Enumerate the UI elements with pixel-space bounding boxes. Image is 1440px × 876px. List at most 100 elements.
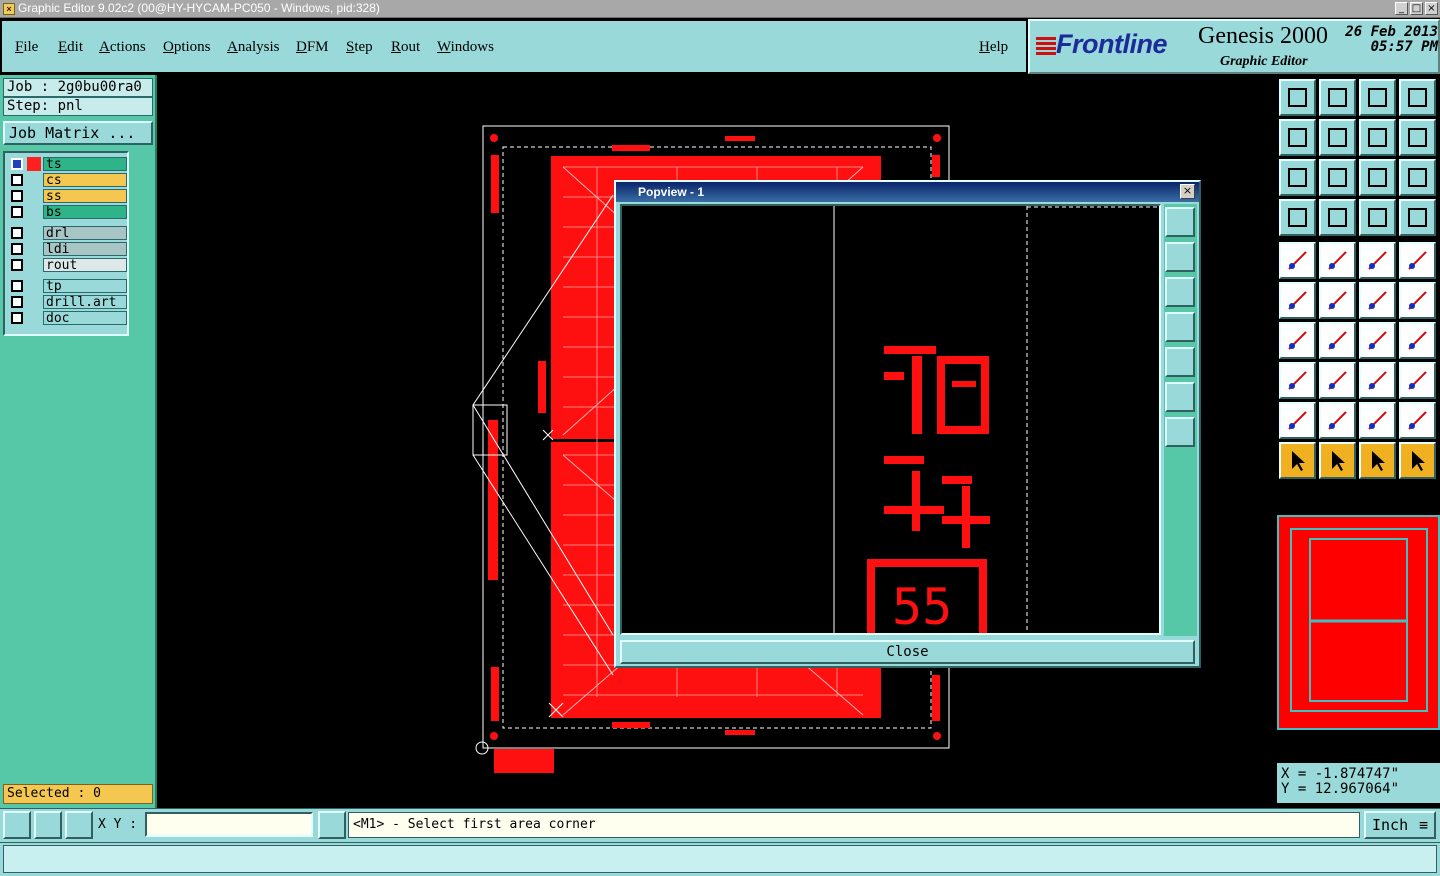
menu-analysis[interactable]: Analysis [227,39,280,56]
help-icon[interactable] [1399,159,1436,196]
minimize-button[interactable]: _ [1395,2,1408,15]
menu-help[interactable]: Help [979,39,1008,56]
right-toolbar: X = -1.874747" Y = 12.967064" [1277,75,1440,808]
menu-options[interactable]: Options [163,39,211,56]
ratio-icon[interactable] [1359,159,1396,196]
shapes-icon[interactable] [1399,362,1436,399]
flip-icon[interactable] [1399,322,1436,359]
layer-row-drill-art[interactable]: drill.art [7,295,127,309]
layer-row-drl[interactable]: drl [7,226,127,240]
layer-checkbox[interactable] [11,312,23,324]
undo-icon[interactable] [1359,119,1396,156]
popview-center-icon[interactable] [1165,417,1195,447]
layer-checkbox[interactable] [11,243,23,255]
cross-icon-glyph [1328,291,1347,310]
xy-input[interactable] [145,812,313,837]
left-icon[interactable] [1279,119,1316,156]
layer-row-ss[interactable]: ss [7,189,127,203]
pointer3-icon[interactable] [1359,442,1396,479]
menu-dfm[interactable]: DFM [296,39,329,56]
layer-checkbox[interactable] [11,227,23,239]
measure-icon[interactable] [1359,362,1396,399]
close-window-button[interactable]: × [1425,2,1438,15]
layer-row-doc[interactable]: doc [7,311,127,325]
snap2-icon[interactable] [1399,199,1436,236]
arc-icon[interactable] [1359,322,1396,359]
fit-icon[interactable] [1279,159,1316,196]
overview-map[interactable] [1277,515,1440,730]
layer-row-cs[interactable]: cs [7,173,127,187]
layer-checkbox[interactable] [11,190,23,202]
right-icon[interactable] [1319,119,1356,156]
menu-windows[interactable]: Windows [437,39,494,56]
layer-row-bs[interactable]: bs [7,205,127,219]
snap-icon[interactable] [1359,199,1396,236]
select-icon-glyph [1288,251,1307,270]
maximize-button[interactable]: □ [1410,2,1423,15]
tri-icon[interactable] [1279,402,1316,439]
popview-close-button[interactable]: Close [620,640,1195,664]
popview-up-icon[interactable] [1165,242,1195,272]
right-icon-glyph [1328,128,1347,147]
menu-edit[interactable]: Edit [58,39,83,56]
layer-checkbox[interactable] [11,280,23,292]
grid-icon[interactable] [1319,199,1356,236]
layer-row-tp[interactable]: tp [7,279,127,293]
line2-icon[interactable] [1399,282,1436,319]
measure-tool-icon[interactable] [34,811,62,839]
slash-icon-glyph [1328,331,1347,350]
center-icon[interactable] [1319,159,1356,196]
layer-color-swatch [27,226,41,240]
cross-icon[interactable] [1319,282,1356,319]
ruler-icon[interactable] [1359,242,1396,279]
popview-fit-icon[interactable] [1165,382,1195,412]
grid-snap-icon[interactable] [65,811,93,839]
layer-checkbox[interactable] [11,296,23,308]
line-icon[interactable] [1359,282,1396,319]
tri3-icon[interactable] [1359,402,1396,439]
layer-row-ts[interactable]: ts [7,157,127,171]
feature-icon[interactable] [1279,362,1316,399]
split-icon[interactable] [1399,79,1436,116]
popview-canvas[interactable]: 55 [620,204,1161,635]
tri4-icon[interactable] [1399,402,1436,439]
zoom-icon[interactable] [1319,79,1356,116]
home-icon[interactable] [1279,79,1316,116]
units-select[interactable]: Inch ≡ [1364,811,1436,839]
shapes-icon-glyph [1408,371,1427,390]
pointer2-icon[interactable] [1319,442,1356,479]
layer-row-rout[interactable]: rout [7,258,127,272]
popview-down-icon[interactable] [1165,277,1195,307]
house-icon[interactable] [1359,79,1396,116]
redo-icon[interactable] [1399,119,1436,156]
layer-checkbox[interactable] [11,158,23,170]
alert-icon[interactable] [318,811,346,839]
layer-row-ldi[interactable]: ldi [7,242,127,256]
layer-checkbox[interactable] [11,206,23,218]
connect-icon[interactable] [1279,282,1316,319]
popview-left-icon[interactable] [1165,312,1195,342]
layer-checkbox[interactable] [11,259,23,271]
popview-zoom-icon[interactable] [1165,207,1195,237]
pointer4-icon[interactable] [1399,442,1436,479]
tri2-icon[interactable] [1319,402,1356,439]
popview-right-icon[interactable] [1165,347,1195,377]
layer-checkbox[interactable] [11,174,23,186]
pointer-icon[interactable] [1279,442,1316,479]
slash-icon[interactable] [1319,322,1356,359]
popview-close-icon[interactable]: × [1180,184,1195,199]
minus-icon[interactable] [1319,362,1356,399]
menu-actions[interactable]: Actions [99,39,146,56]
zoom-area-icon[interactable] [3,811,31,839]
tools-icon[interactable] [1279,199,1316,236]
popview-toolbar [1164,204,1197,636]
menu-step[interactable]: Step [346,39,373,56]
select-icon[interactable] [1279,242,1316,279]
brand-panel: Frontline Genesis 2000 Graphic Editor 26… [1028,19,1440,74]
menu-rout[interactable]: Rout [391,39,420,56]
menu-file[interactable]: File [15,39,38,56]
draw-icon[interactable] [1319,242,1356,279]
pad-icon[interactable] [1399,242,1436,279]
angle-icon[interactable] [1279,322,1316,359]
job-matrix-button[interactable]: Job Matrix ... [3,121,153,145]
